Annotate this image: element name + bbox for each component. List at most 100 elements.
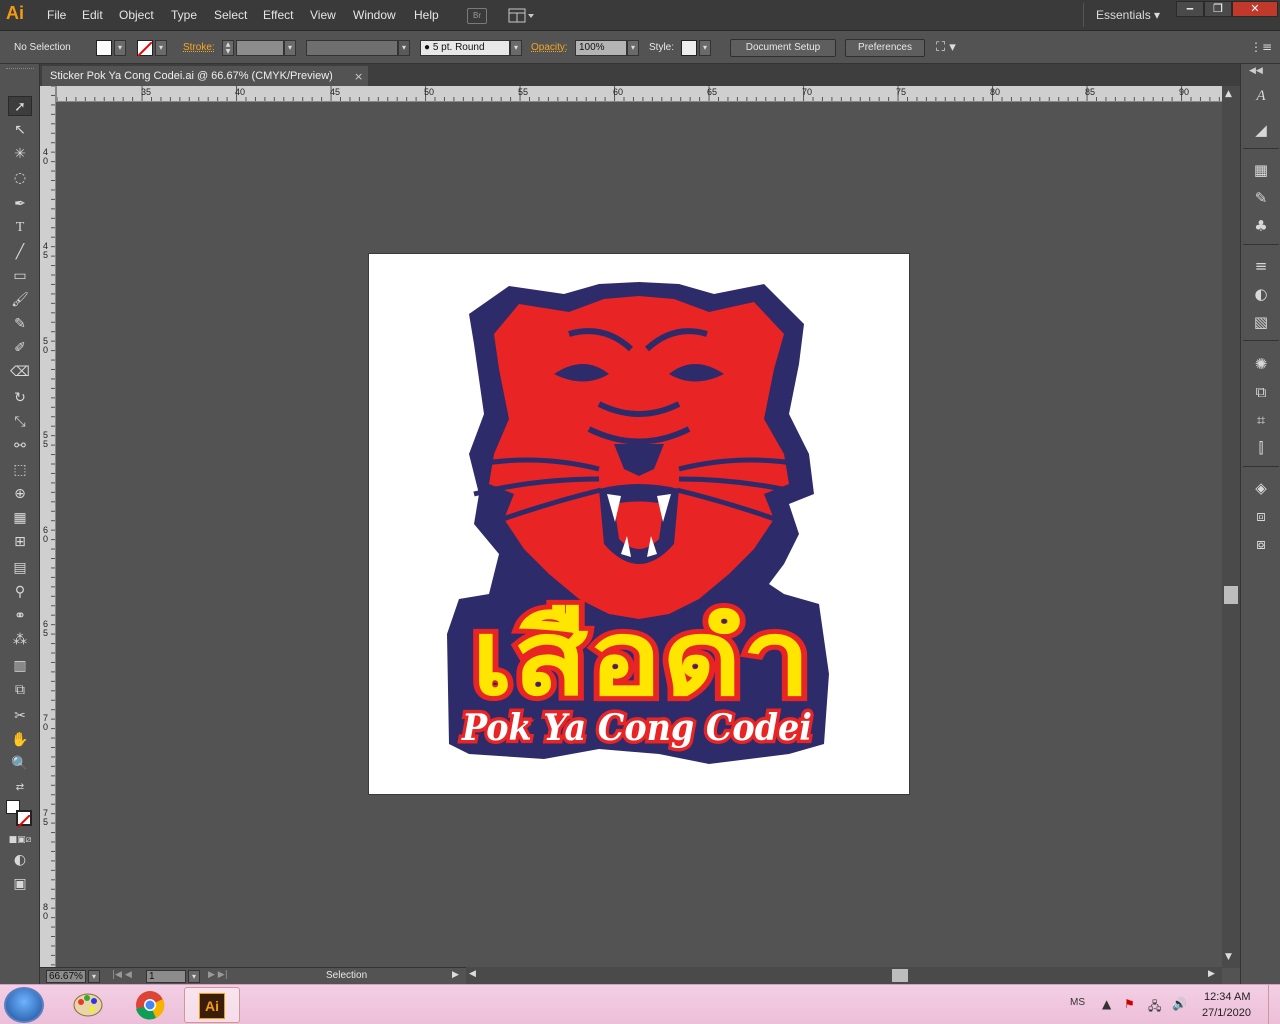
swap-fill-stroke-icon[interactable]: ⇄ [8,778,32,798]
document-setup-button[interactable]: Document Setup [730,39,836,57]
illustrator-taskbar-button[interactable]: Ai [184,987,240,1023]
mesh-tool-icon[interactable]: ⊞ [8,532,32,552]
bridge-button[interactable]: Br [467,8,487,24]
panel-grip[interactable] [6,68,34,71]
menu-effect[interactable]: Effect [263,8,293,22]
gradient-tool-icon[interactable]: ▤ [8,558,32,578]
stroke-weight-dropdown[interactable]: ▾ [284,40,296,56]
opacity-field[interactable]: 100% [575,40,627,56]
width-tool-icon[interactable]: ⚯ [8,436,32,456]
scale-tool-icon[interactable]: ⤡ [8,412,32,432]
status-menu-icon[interactable]: ▶ [452,970,459,980]
variable-width-profile[interactable] [306,40,398,56]
column-graph-tool-icon[interactable]: ▥ [8,656,32,676]
paintbrush-tool-icon[interactable]: 🖌 [8,290,32,310]
chrome-app-icon[interactable] [122,987,178,1023]
transform-panel-icon[interactable]: ⌗ [1251,410,1271,430]
direct-selection-tool-icon[interactable]: ↖ [8,120,32,140]
style-dropdown[interactable]: ▾ [699,40,711,56]
eraser-tool-icon[interactable]: ⌫ [8,362,32,382]
artboard-dropdown[interactable]: ▾ [188,970,200,983]
slice-tool-icon[interactable]: ✂ [8,706,32,726]
tray-expand-icon[interactable]: ▲ [1102,997,1111,1011]
collapse-panels-icon[interactable]: ◀◀ [1249,66,1263,76]
perspective-grid-tool-icon[interactable]: ▦ [8,508,32,528]
drawing-mode-icon[interactable]: ◐ [8,850,32,870]
status-tool-label[interactable]: Selection [326,970,367,981]
scroll-up-icon[interactable]: ▲ [1225,89,1232,99]
vertical-ruler[interactable]: 40 45 50 55 60 65 70 75 80 [40,86,56,968]
free-transform-tool-icon[interactable]: ⬚ [8,460,32,480]
stroke-color-icon[interactable] [16,810,32,828]
scroll-down-icon[interactable]: ▼ [1225,952,1232,962]
close-tab-icon[interactable]: × [354,70,363,83]
volume-icon[interactable]: 🔊 [1172,997,1187,1011]
stroke-weight-stepper[interactable]: ▲ ▼ [222,40,234,56]
paint-app-icon[interactable] [60,987,116,1023]
lasso-tool-icon[interactable]: ◌ [8,168,32,188]
workspace-switcher[interactable]: Essentials ▾ [1096,8,1160,22]
blend-tool-icon[interactable]: ⚭ [8,606,32,626]
variable-width-dropdown[interactable]: ▾ [398,40,410,56]
preferences-button[interactable]: Preferences [845,39,925,57]
show-desktop-button[interactable] [1268,985,1280,1024]
zoom-dropdown[interactable]: ▾ [88,970,100,983]
rectangle-tool-icon[interactable]: ▭ [8,266,32,286]
sticker-artwork[interactable]: เสือดำ Pok Ya Cong Codei [369,254,909,794]
menu-select[interactable]: Select [214,8,247,22]
symbol-sprayer-tool-icon[interactable]: ⁂ [8,630,32,650]
menu-view[interactable]: View [310,8,336,22]
stroke-dropdown[interactable]: ▾ [155,40,167,56]
gradient-panel-icon[interactable]: ▧ [1251,312,1271,332]
clock-date[interactable]: 27/1/2020 [1202,1007,1251,1019]
character-panel-icon[interactable]: A [1251,86,1271,106]
minimize-button[interactable]: ‒ [1176,1,1204,17]
type-tool-icon[interactable]: T [8,218,32,238]
swatches-panel-icon[interactable]: ▦ [1251,160,1271,180]
scroll-right-icon[interactable]: ▶ [1208,969,1215,979]
appearance-panel-icon[interactable]: ✺ [1251,354,1271,374]
artboard[interactable]: เสือดำ Pok Ya Cong Codei [368,253,910,795]
menu-edit[interactable]: Edit [82,8,103,22]
screen-mode-icon[interactable]: ▣ [8,874,32,894]
network-icon[interactable]: 🖧 [1148,997,1161,1018]
stroke-swatch[interactable] [137,40,153,57]
arrange-documents-button[interactable] [508,8,536,24]
language-indicator[interactable]: MS [1070,997,1085,1008]
magic-wand-tool-icon[interactable]: ✳ [8,144,32,164]
clock-time[interactable]: 12:34 AM [1204,991,1250,1003]
color-mode-icons[interactable]: ■▣⧄ [8,830,32,850]
pathfinder-panel-icon[interactable]: ⧇ [1251,534,1271,554]
align-panel-icon[interactable]: ⫿ [1251,438,1271,458]
menu-type[interactable]: Type [171,8,197,22]
pencil-tool-icon[interactable]: ✎ [8,314,32,334]
artboard-tool-icon[interactable]: ⧉ [8,680,32,700]
horizontal-scroll-thumb[interactable] [892,969,908,982]
layers-panel-icon[interactable]: ◈ [1251,478,1271,498]
blob-brush-tool-icon[interactable]: ✐ [8,338,32,358]
opacity-dropdown[interactable]: ▾ [627,40,639,56]
hand-tool-icon[interactable]: ✋ [8,730,32,750]
image-trace-panel-icon[interactable]: ◢ [1251,120,1271,140]
transparency-panel-icon[interactable]: ◐ [1251,284,1271,304]
artboards-panel-icon[interactable]: ⧈ [1251,506,1271,526]
zoom-tool-icon[interactable]: 🔍 [8,754,32,774]
action-center-icon[interactable]: ⚑ [1124,997,1135,1011]
symbols-panel-icon[interactable]: ♣ [1251,216,1271,236]
brushes-panel-icon[interactable]: ✎ [1251,188,1271,208]
last-artboard-icon[interactable]: ▶ ▶| [208,970,228,980]
brush-definition-field[interactable]: ● 5 pt. Round [420,40,510,56]
selection-tool-icon[interactable]: ➚ [8,96,32,116]
zoom-field[interactable]: 66.67% [46,970,86,983]
stroke-weight-field[interactable] [236,40,284,56]
brush-definition-dropdown[interactable]: ▾ [510,40,522,56]
canvas[interactable]: เสือดำ Pok Ya Cong Codei [57,102,1222,967]
eyedropper-tool-icon[interactable]: ⚲ [8,582,32,602]
scroll-left-icon[interactable]: ◀ [469,969,476,979]
isolate-selected-icon[interactable]: ⛶ ▾ [936,40,956,55]
rotate-tool-icon[interactable]: ↻ [8,388,32,408]
shape-builder-tool-icon[interactable]: ⊕ [8,484,32,504]
document-tab[interactable]: Sticker Pok Ya Cong Codei.ai @ 66.67% (C… [42,66,368,86]
panel-menu-icon[interactable]: ⋮≡ [1250,40,1272,54]
line-tool-icon[interactable]: ╱ [8,242,32,262]
